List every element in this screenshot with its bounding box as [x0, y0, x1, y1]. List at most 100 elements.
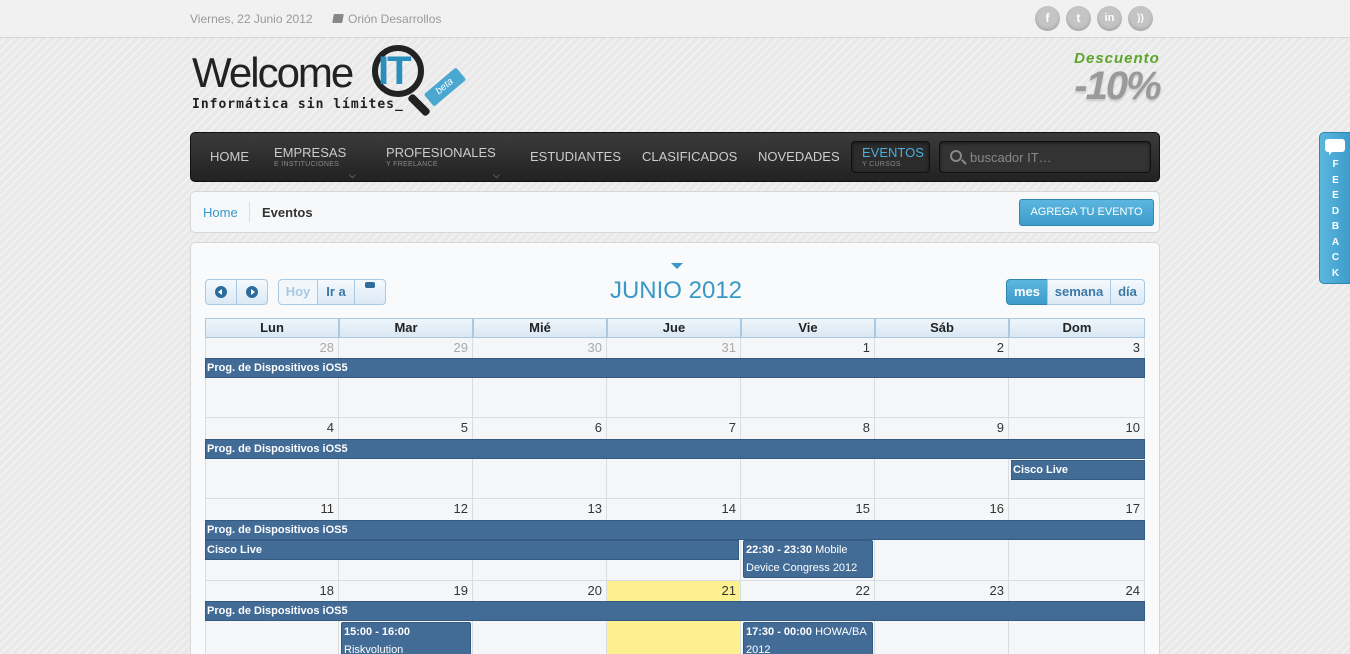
day-number: 11	[320, 501, 335, 516]
site-logo[interactable]: Welcome IT beta Informática sin límites_	[190, 43, 480, 118]
nav-empresas[interactable]: EMPRESAS E INSTITUCIONES	[274, 133, 346, 181]
breadcrumb-home[interactable]: Home	[203, 205, 238, 220]
breadcrumb-divider	[249, 202, 250, 222]
day-number: 29	[453, 340, 468, 355]
goto-button[interactable]: Ir a	[317, 279, 355, 305]
weekday-header: Dom	[1009, 318, 1145, 338]
event-title: Prog. de Dispositivos iOS5	[207, 605, 348, 617]
nav-profesionales[interactable]: PROFESIONALES Y FREELANCE	[386, 133, 496, 181]
day-number: 4	[326, 420, 334, 435]
date-picker-button[interactable]	[354, 279, 386, 305]
arrow-left-icon	[215, 285, 227, 298]
day-cell[interactable]: 28	[205, 338, 339, 418]
day-number: 22	[855, 583, 870, 598]
breadcrumb-current: Eventos	[262, 205, 313, 220]
day-cell[interactable]: 17	[1009, 499, 1145, 581]
logo-word: Welcome	[192, 49, 354, 96]
nav-profesionales-label: PROFESIONALES	[386, 145, 496, 160]
weekday-header: Mié	[473, 318, 607, 338]
today-button[interactable]: Hoy	[278, 279, 318, 305]
current-date: Viernes, 22 Junio 2012	[190, 12, 313, 26]
event-title: Cisco Live	[1013, 464, 1069, 476]
event-ios5[interactable]: Prog. de Dispositivos iOS5	[205, 439, 1145, 459]
caret-down-icon[interactable]	[671, 263, 683, 269]
linkedin-icon[interactable]: in	[1097, 6, 1122, 31]
event-howa[interactable]: 17:30 - 00:00 HOWA/BA 2012	[743, 622, 873, 654]
add-event-button[interactable]: AGREGA TU EVENTO	[1019, 199, 1154, 226]
company-link[interactable]: Orión Desarrollos	[332, 12, 442, 26]
day-number: 15	[855, 501, 870, 516]
day-number: 10	[1125, 420, 1140, 435]
day-cell[interactable]: 1	[741, 338, 875, 418]
day-number: 5	[460, 420, 468, 435]
view-day-button[interactable]: día	[1110, 279, 1145, 305]
day-number: 31	[721, 340, 736, 355]
view-month-button[interactable]: mes	[1006, 279, 1048, 305]
weekday-header: Mar	[339, 318, 473, 338]
event-cisco-live[interactable]: Cisco Live	[205, 540, 739, 560]
day-number: 8	[862, 420, 870, 435]
nav-eventos[interactable]: EVENTOS Y CURSOS	[862, 133, 924, 181]
day-number: 7	[728, 420, 736, 435]
prev-month-button[interactable]	[205, 279, 237, 305]
day-number: 13	[587, 501, 602, 516]
day-number: 14	[721, 501, 736, 516]
event-time: 15:00 - 16:00	[344, 626, 411, 638]
day-number: 3	[1132, 340, 1140, 355]
nav-novedades[interactable]: NOVEDADES	[758, 133, 840, 181]
arrow-right-icon	[246, 285, 258, 298]
day-cell[interactable]: 31	[607, 338, 741, 418]
feedback-tab[interactable]: FEEDBACK	[1319, 132, 1350, 284]
logo-tagline: Informática sin límites_	[192, 97, 404, 112]
event-title: Cisco Live	[207, 544, 263, 556]
day-number: 28	[319, 340, 334, 355]
discount-promo[interactable]: Descuento -10%	[1062, 50, 1172, 122]
nav-profesionales-sub: Y FREELANCE	[386, 161, 438, 168]
day-cell[interactable]: 3	[1009, 338, 1145, 418]
logo-accent: IT	[378, 49, 412, 93]
day-number: 20	[587, 583, 602, 598]
weekday-header: Sáb	[875, 318, 1009, 338]
weekday-header: Vie	[741, 318, 875, 338]
promo-value: -10%	[1074, 64, 1161, 108]
event-title: Riskvolution	[344, 644, 404, 654]
next-month-button[interactable]	[236, 279, 268, 305]
feedback-label: FEEDBACK	[1331, 159, 1340, 279]
day-cell[interactable]: 29	[339, 338, 473, 418]
nav-clasificados[interactable]: CLASIFICADOS	[642, 133, 737, 181]
nav-empresas-sub: E INSTITUCIONES	[274, 161, 340, 168]
nav-empresas-label: EMPRESAS	[274, 145, 347, 160]
day-cell[interactable]: 2	[875, 338, 1009, 418]
day-cell[interactable]: 16	[875, 499, 1009, 581]
breadcrumb: Home Eventos AGREGA TU EVENTO	[190, 191, 1160, 233]
day-number: 30	[587, 340, 602, 355]
event-time: 22:30 - 23:30	[746, 544, 813, 556]
event-cisco-live[interactable]: Cisco Live	[1011, 460, 1145, 480]
weekday-header: Jue	[607, 318, 741, 338]
nav-estudiantes[interactable]: ESTUDIANTES	[530, 133, 621, 181]
view-week-button[interactable]: semana	[1047, 279, 1111, 305]
top-bar: Viernes, 22 Junio 2012 Orión Desarrollos…	[0, 0, 1350, 38]
facebook-icon[interactable]: f	[1035, 6, 1060, 31]
event-mobile-congress[interactable]: 22:30 - 23:30 Mobile Device Congress 201…	[743, 540, 873, 578]
nav-eventos-label: EVENTOS	[862, 145, 924, 160]
nav-home[interactable]: HOME	[210, 133, 249, 181]
day-number: 21	[721, 583, 736, 598]
day-number: 12	[453, 501, 468, 516]
day-number: 24	[1125, 583, 1140, 598]
twitter-icon[interactable]: t	[1066, 6, 1091, 31]
speech-bubble-icon	[1325, 139, 1345, 155]
weekday-header: Lun	[205, 318, 339, 338]
main-nav: HOME EMPRESAS E INSTITUCIONES ⌵ PROFESION…	[190, 132, 1160, 182]
event-ios5[interactable]: Prog. de Dispositivos iOS5	[205, 358, 1145, 378]
day-cell[interactable]: 30	[473, 338, 607, 418]
company-name: Orión Desarrollos	[348, 12, 442, 26]
day-number: 9	[996, 420, 1004, 435]
event-ios5[interactable]: Prog. de Dispositivos iOS5	[205, 601, 1145, 621]
event-title: Prog. de Dispositivos iOS5	[207, 443, 348, 455]
search-input[interactable]	[970, 142, 1140, 172]
event-ios5[interactable]: Prog. de Dispositivos iOS5	[205, 520, 1145, 540]
day-number: 6	[594, 420, 602, 435]
rss-icon[interactable]: ))	[1128, 6, 1153, 31]
event-riskvolution[interactable]: 15:00 - 16:00 Riskvolution	[341, 622, 471, 654]
